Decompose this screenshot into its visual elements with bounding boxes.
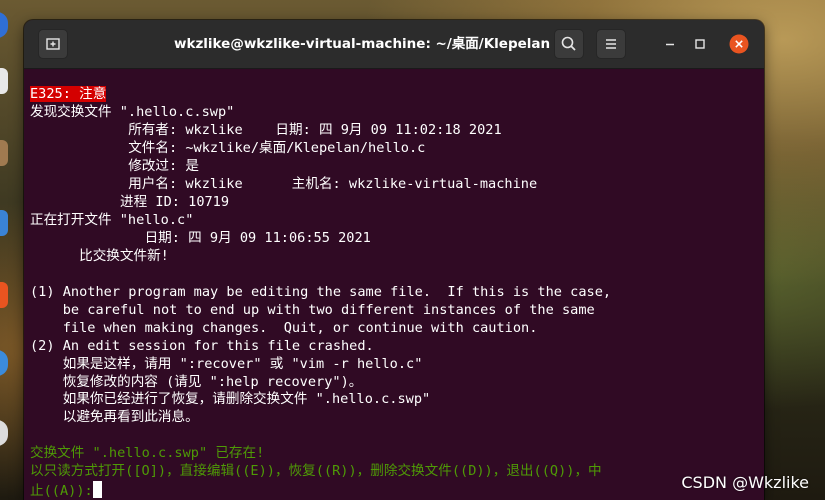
terminal-line: 修改过: 是 <box>30 157 199 174</box>
terminal-window: wkzlike@wkzlike-virtual-machine: ~/桌面/Kl… <box>24 20 764 500</box>
titlebar: wkzlike@wkzlike-virtual-machine: ~/桌面/Kl… <box>24 20 764 69</box>
maximize-button[interactable] <box>690 34 710 54</box>
hamburger-menu-icon <box>606 39 616 49</box>
minimize-button[interactable] <box>660 34 680 54</box>
text-cursor <box>92 481 102 499</box>
new-tab-icon <box>46 38 60 50</box>
dock-files-icon[interactable] <box>0 140 8 166</box>
new-tab-button[interactable] <box>38 29 68 59</box>
dock-disc-icon[interactable] <box>0 420 8 446</box>
watermark: CSDN @Wkzlike <box>681 473 809 492</box>
dock <box>0 0 10 500</box>
search-button[interactable] <box>554 29 584 59</box>
close-icon <box>729 34 749 54</box>
terminal-line: 如果是这样，请用 ":recover" 或 "vim -r hello.c" <box>30 355 423 372</box>
terminal-line: 比交换文件新! <box>30 247 169 264</box>
terminal-line: 正在打开文件 "hello.c" <box>30 211 194 228</box>
minimize-icon <box>666 43 674 46</box>
terminal-line: (1) Another program may be editing the s… <box>30 283 612 300</box>
terminal-line: 所有者: wkzlike 日期: 四 9月 09 11:02:18 2021 <box>30 121 502 138</box>
swap-options-prompt-cont: 止((A)): <box>30 483 93 500</box>
terminal-line: file when making changes. Quit, or conti… <box>30 319 538 336</box>
window-title: wkzlike@wkzlike-virtual-machine: ~/桌面/Kl… <box>174 36 551 52</box>
terminal-line: be careful not to end up with two differ… <box>30 301 595 318</box>
terminal-line: 发现交换文件 ".hello.c.swp" <box>30 103 235 120</box>
swap-options-prompt: 以只读方式打开([O])，直接编辑((E))，恢复((R))，删除交换文件((D… <box>30 463 602 480</box>
terminal-line: 以避免再看到此消息。 <box>30 409 199 426</box>
terminal-line: 恢复修改的内容 (请见 ":help recovery")。 <box>30 373 363 390</box>
dock-mail-icon[interactable] <box>0 68 8 94</box>
swap-exists-message: 交换文件 ".hello.c.swp" 已存在! <box>30 445 265 462</box>
dock-writer-icon[interactable] <box>0 210 8 236</box>
terminal-line: (2) An edit session for this file crashe… <box>30 337 374 354</box>
terminal-line: 进程 ID: 10719 <box>30 193 230 210</box>
terminal-line: 如果你已经进行了恢复，请删除交换文件 ".hello.c.swp" <box>30 391 431 408</box>
dock-software-icon[interactable] <box>0 282 8 308</box>
error-code: E325: 注意 <box>30 86 107 102</box>
dock-help-icon[interactable] <box>0 350 8 376</box>
maximize-icon <box>695 39 705 49</box>
terminal-line: 日期: 四 9月 09 11:06:55 2021 <box>30 229 371 246</box>
terminal-line: 文件名: ~wkzlike/桌面/Klepelan/hello.c <box>30 139 426 156</box>
terminal-line: 用户名: wkzlike 主机名: wkzlike-virtual-machin… <box>30 175 538 192</box>
close-button[interactable] <box>729 34 749 54</box>
search-icon <box>561 36 576 51</box>
terminal-output[interactable]: E325: 注意 发现交换文件 ".hello.c.swp" 所有者: wkzl… <box>30 86 758 499</box>
dock-browser-icon[interactable] <box>0 12 8 38</box>
menu-button[interactable] <box>596 29 626 59</box>
